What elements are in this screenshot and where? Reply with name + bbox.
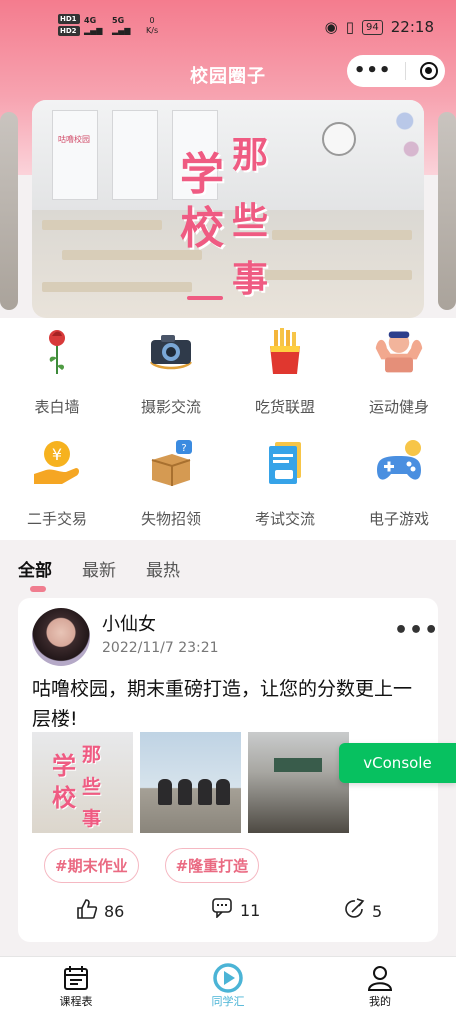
tab-label: 我的 [369,995,391,1008]
hashtag-2[interactable]: #隆重打造 [164,848,260,883]
post-username[interactable]: 小仙女 [102,610,156,636]
post-photo-1[interactable]: 学 校 那 些 事 [32,732,133,833]
banner-carousel[interactable]: 咕噜校园 学 校 那 些 事 [0,100,456,320]
category-label: 二手交易 [26,510,87,528]
tab-latest[interactable]: 最新 [82,556,116,581]
svg-text:¥: ¥ [52,445,62,464]
notebook-icon [258,436,312,490]
like-count: 86 [104,901,125,921]
schedule-icon [36,963,116,993]
coin-hand-icon: ¥ [30,436,84,490]
post-photo-3[interactable] [248,732,349,833]
category-confession-wall[interactable]: 表白墙 [0,324,114,417]
comment-icon [212,898,234,922]
post-time: 2022/11/7 23:21 [102,640,219,656]
wall-clock-icon [322,122,356,156]
comment-button[interactable]: 11 [212,898,260,922]
active-tab-indicator [30,586,46,592]
banner-char-5: 事 [232,259,269,300]
tab-label: 课程表 [59,995,93,1008]
vconsole-button[interactable]: vConsole [339,743,456,783]
signal-5g-icon: 5G ▂▄▆ [112,16,131,35]
category-label: 摄影交流 [140,398,201,416]
share-icon [344,898,366,924]
category-label: 吃货联盟 [254,398,315,416]
tab-schedule[interactable]: 课程表 [36,963,116,1009]
more-menu-button[interactable]: ••• [354,62,392,80]
tab-profile[interactable]: 我的 [340,963,420,1009]
tab-hottest[interactable]: 最热 [146,556,180,581]
miniprogram-capsule: ••• [347,55,445,87]
banner-char-3: 那 [232,135,269,176]
like-button[interactable]: 86 [76,898,124,924]
photo-char-4: 些 [82,776,102,798]
lost-box-icon: ? [144,436,198,490]
hd1-badge: HD1 [58,14,80,24]
photo-char-2: 校 [52,784,76,812]
banner-char-2: 校 [180,203,224,254]
status-right: ◉ ▯ 94 22:18 [325,18,434,36]
category-lost-found[interactable]: ? 失物招领 [114,436,228,529]
play-circle-icon [188,963,268,993]
hd2-badge: HD2 [58,26,80,36]
rose-icon [30,324,84,378]
category-foodie[interactable]: 吃货联盟 [228,324,342,417]
banner-char-4: 些 [232,201,269,242]
category-label: 运动健身 [368,398,429,416]
post-photo-2[interactable] [140,732,241,833]
battery-indicator: 94 [362,19,383,35]
category-video-games[interactable]: 电子游戏 [342,436,456,529]
category-photography[interactable]: 摄影交流 [114,324,228,417]
category-label: 失物招领 [140,510,201,528]
capsule-divider [405,62,407,80]
clock-time: 22:18 [390,18,434,36]
category-label: 电子游戏 [368,510,429,528]
banner-tag: 咕噜校园 [58,135,90,144]
vibrate-icon: ▯ [345,18,355,36]
share-count: 5 [372,901,383,921]
hashtag-1[interactable]: #期末作业 [44,848,139,883]
user-icon [340,963,420,993]
prev-slide-peek[interactable] [0,112,18,310]
photo-char-3: 那 [82,744,102,766]
share-button[interactable]: 5 [344,898,382,924]
category-label: 考试交流 [254,510,315,528]
post-more-button[interactable]: ••• [394,618,439,643]
eye-icon: ◉ [324,18,338,36]
thumbs-up-icon [76,898,98,924]
carousel-indicator [187,296,223,300]
tab-classmates[interactable]: 同学汇 [188,963,268,1009]
photo-char-1: 学 [52,752,76,780]
category-label: 表白墙 [34,398,80,416]
banner-slide[interactable]: 咕噜校园 学 校 那 些 事 [32,100,424,318]
fries-icon [258,324,312,378]
photo-char-5: 事 [82,808,102,830]
category-secondhand[interactable]: ¥ 二手交易 [0,436,114,529]
next-slide-peek[interactable] [438,112,456,310]
avatar[interactable] [32,608,90,666]
flower-decoration [392,100,424,170]
category-grid: 表白墙 摄影交流 吃货联盟 运动健身 ¥ 二手交易 ? 失物招领 考试交流 电子… [0,318,456,540]
feed-tabs: 全部 最新 最热 [18,556,180,581]
post-photos: 学 校 那 些 事 [32,732,372,834]
muscle-icon [372,324,426,378]
category-exam[interactable]: 考试交流 [228,436,342,529]
post-content: 咕噜校园，期末重磅打造，让您的分数更上一层楼! [32,678,413,730]
post-hashtags: #期末作业 #隆重打造 [44,848,260,883]
bottom-tab-bar: 课程表 同学汇 我的 [0,956,456,1014]
signal-4g-icon: 4G ▂▄▆ [84,16,103,35]
camera-icon [144,324,198,378]
svg-text:?: ? [181,443,186,454]
close-target-button[interactable] [420,62,439,80]
status-bar: HD1 HD2 4G ▂▄▆ 5G ▂▄▆ 0 K/s ◉ ▯ 94 22:18 [0,0,456,50]
gamepad-icon [372,436,426,490]
category-fitness[interactable]: 运动健身 [342,324,456,417]
tab-all[interactable]: 全部 [18,556,52,581]
tab-label: 同学汇 [211,995,245,1008]
network-speed: 0 K/s [146,16,159,35]
post-actions: 86 11 5 [18,898,438,928]
comment-count: 11 [240,900,261,920]
